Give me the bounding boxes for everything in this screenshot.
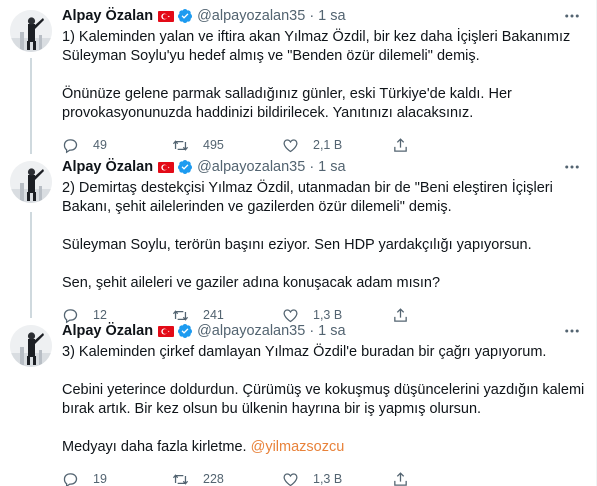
- tweet-header: Alpay Özalan @alpayozalan35 · 1 sa: [62, 321, 587, 341]
- share-icon: [394, 471, 407, 486]
- reply-button[interactable]: 19: [62, 471, 172, 486]
- tweet-paragraph: 2) Demirtaş destekçisi Yılmaz Özdil, uta…: [62, 180, 553, 215]
- author-name[interactable]: Alpay Özalan: [62, 8, 153, 24]
- share-button[interactable]: [392, 137, 502, 154]
- more-options-icon[interactable]: [561, 157, 583, 177]
- tweet-actions: 49 495 2,1 B: [62, 135, 587, 155]
- author-handle[interactable]: @alpayozalan35: [197, 159, 305, 175]
- reply-button[interactable]: 49: [62, 137, 172, 154]
- tweet-actions: 19 228 1,3 B: [62, 469, 587, 486]
- tweet-final-text: Medyayı daha fazla kirletme.: [62, 439, 247, 455]
- author-name[interactable]: Alpay Özalan: [62, 323, 153, 339]
- timeline: Alpay Özalan @alpayozalan35 · 1 sa 1) Ka…: [0, 0, 597, 486]
- reply-count: 19: [93, 472, 107, 486]
- reply-icon: [63, 472, 78, 486]
- mention-link[interactable]: @yilmazsozcu: [251, 439, 345, 455]
- tweet-text: 3) Kaleminden çirkef damlayan Yılmaz Özd…: [62, 343, 587, 457]
- tweet[interactable]: Alpay Özalan @alpayozalan35 · 1 sa 3) Ka…: [0, 321, 597, 486]
- share-button[interactable]: [392, 471, 502, 486]
- verified-badge-icon: [177, 8, 193, 24]
- author-handle[interactable]: @alpayozalan35: [197, 323, 305, 339]
- timestamp[interactable]: 1 sa: [318, 8, 345, 24]
- tweet-paragraph: 1) Kaleminden yalan ve iftira akan Yılma…: [62, 29, 571, 64]
- more-options-icon[interactable]: [561, 6, 583, 26]
- turkey-flag-icon: [158, 161, 175, 173]
- tweet-paragraph: Önünüze gelene parmak salladığınız günle…: [62, 86, 512, 121]
- tweet[interactable]: Alpay Özalan @alpayozalan35 · 1 sa 1) Ka…: [0, 6, 597, 154]
- author-handle[interactable]: @alpayozalan35: [197, 8, 305, 24]
- like-count: 1,3 B: [313, 308, 343, 322]
- turkey-flag-icon: [158, 10, 175, 22]
- retweet-count: 495: [203, 138, 224, 152]
- like-icon: [283, 138, 298, 152]
- tweet-text: 1) Kaleminden yalan ve iftira akan Yılma…: [62, 28, 587, 123]
- retweet-count: 228: [203, 472, 224, 486]
- reply-count: 12: [93, 308, 107, 322]
- retweet-icon: [172, 139, 189, 151]
- avatar[interactable]: [10, 325, 52, 367]
- avatar[interactable]: [10, 161, 52, 203]
- like-button[interactable]: 2,1 B: [282, 137, 392, 154]
- tweet-paragraph: 3) Kaleminden çirkef damlayan Yılmaz Özd…: [62, 344, 547, 360]
- avatar[interactable]: [10, 10, 52, 52]
- timestamp[interactable]: 1 sa: [318, 159, 345, 175]
- retweet-button[interactable]: 495: [172, 137, 282, 154]
- reply-count: 49: [93, 138, 107, 152]
- turkey-flag-icon: [158, 325, 175, 337]
- timestamp[interactable]: 1 sa: [318, 323, 345, 339]
- tweet-text: 2) Demirtaş destekçisi Yılmaz Özdil, uta…: [62, 179, 587, 293]
- verified-badge-icon: [177, 159, 193, 175]
- tweet[interactable]: Alpay Özalan @alpayozalan35 · 1 sa 2) De…: [0, 157, 597, 323]
- separator: ·: [309, 159, 315, 175]
- more-options-icon[interactable]: [561, 321, 583, 341]
- like-count: 2,1 B: [313, 138, 343, 152]
- retweet-count: 241: [203, 308, 224, 322]
- tweet-header: Alpay Özalan @alpayozalan35 · 1 sa: [62, 157, 587, 177]
- divider: [0, 154, 597, 155]
- author-name[interactable]: Alpay Özalan: [62, 159, 153, 175]
- reply-icon: [63, 138, 78, 153]
- verified-badge-icon: [177, 323, 193, 339]
- tweet-paragraph: Cebini yeterince doldurdun. Çürümüş ve k…: [62, 382, 585, 417]
- retweet-button[interactable]: 228: [172, 471, 282, 486]
- separator: ·: [309, 8, 315, 24]
- like-count: 1,3 B: [313, 472, 343, 486]
- like-icon: [283, 472, 298, 486]
- like-button[interactable]: 1,3 B: [282, 471, 392, 486]
- tweet-paragraph: Sen, şehit aileleri ve gaziler adına kon…: [62, 275, 441, 291]
- tweet-paragraph: Süleyman Soylu, terörün başını eziyor. S…: [62, 237, 532, 253]
- retweet-icon: [172, 473, 189, 485]
- tweet-header: Alpay Özalan @alpayozalan35 · 1 sa: [62, 6, 587, 26]
- separator: ·: [309, 323, 315, 339]
- share-icon: [394, 137, 407, 152]
- tweet-paragraph: Medyayı daha fazla kirletme. @yilmazsozc…: [62, 438, 587, 457]
